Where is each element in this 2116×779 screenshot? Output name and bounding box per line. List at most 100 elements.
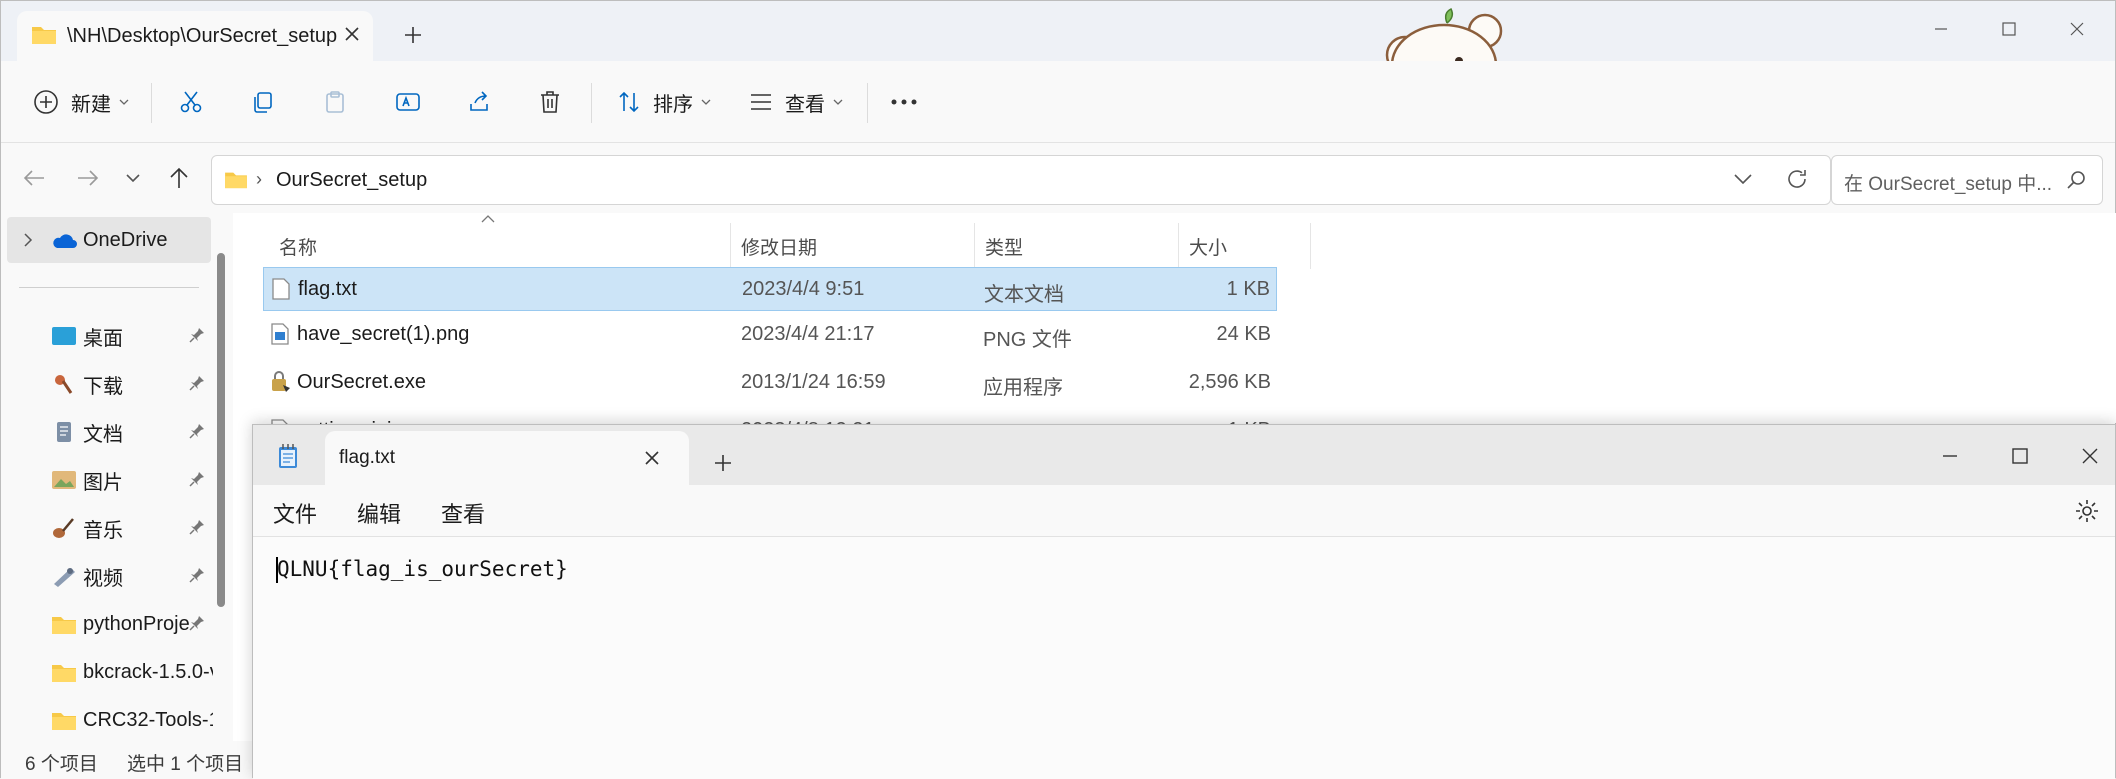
navigation-pane: OneDrive 桌面 下载 文档 图片 音乐 视频 pythonProje b… bbox=[1, 213, 233, 741]
search-input[interactable]: 在 OurSecret_setup 中... bbox=[1831, 155, 2103, 205]
search-icon[interactable] bbox=[2066, 170, 2086, 190]
status-bar: 6 个项目 选中 1 个项目 bbox=[1, 741, 261, 779]
list-view-icon bbox=[751, 94, 771, 110]
divider bbox=[867, 83, 868, 123]
file-type: 文本文档 bbox=[984, 284, 1064, 306]
rename-button[interactable] bbox=[395, 81, 421, 123]
column-header-name[interactable]: 名称 bbox=[263, 223, 731, 269]
column-header-date[interactable]: 修改日期 bbox=[731, 223, 975, 269]
sidebar-item-label: 音乐 bbox=[83, 519, 123, 542]
file-row-have-secret-png[interactable]: have_secret(1).png 2023/4/4 21:17 PNG 文件… bbox=[263, 313, 1277, 357]
copy-button[interactable] bbox=[251, 81, 275, 123]
pin-icon[interactable] bbox=[189, 423, 205, 439]
gear-icon[interactable] bbox=[2075, 499, 2099, 523]
menu-edit[interactable]: 编辑 bbox=[357, 497, 401, 529]
more-options-button[interactable] bbox=[891, 81, 917, 123]
chevron-right-icon[interactable] bbox=[23, 233, 33, 247]
file-type: 应用程序 bbox=[983, 377, 1063, 399]
new-tab-icon[interactable] bbox=[403, 25, 423, 45]
sidebar-item-onedrive[interactable]: OneDrive bbox=[7, 217, 211, 263]
folder-icon bbox=[51, 661, 77, 683]
folder-icon bbox=[51, 613, 77, 635]
address-bar[interactable]: › OurSecret_setup bbox=[211, 155, 1831, 205]
pin-icon[interactable] bbox=[189, 567, 205, 583]
minimize-button[interactable] bbox=[1941, 447, 1959, 465]
close-button[interactable] bbox=[2049, 9, 2105, 49]
rename-icon bbox=[396, 93, 420, 111]
refresh-icon[interactable] bbox=[1786, 168, 1808, 190]
sidebar-item-label: OneDrive bbox=[83, 229, 168, 251]
sidebar-item-label: 下载 bbox=[83, 375, 123, 398]
divider bbox=[591, 83, 592, 123]
close-tab-icon[interactable] bbox=[643, 449, 661, 467]
file-name: have_secret(1).png bbox=[297, 323, 470, 345]
file-date: 2023/4/4 9:51 bbox=[742, 278, 865, 300]
chevron-down-icon bbox=[119, 99, 129, 105]
file-list: 名称 修改日期 类型 大小 flag.txt 2023/4/4 9:51 文本文… bbox=[233, 213, 2116, 447]
sidebar-item-videos[interactable]: 视频 bbox=[1, 553, 216, 599]
maximize-button[interactable] bbox=[2011, 447, 2029, 465]
file-size: 2,596 KB bbox=[1188, 371, 1271, 393]
file-row-oursecret-exe[interactable]: OurSecret.exe 2013/1/24 16:59 应用程序 2,596… bbox=[263, 361, 1277, 405]
divider bbox=[151, 83, 152, 123]
back-arrow-icon[interactable] bbox=[23, 169, 45, 187]
notepad-content[interactable]: QLNU{flag_is_ourSecret} bbox=[277, 557, 568, 581]
menu-view[interactable]: 查看 bbox=[441, 497, 485, 529]
file-row-flag-txt[interactable]: flag.txt 2023/4/4 9:51 文本文档 1 KB bbox=[263, 267, 1277, 311]
sidebar-item-bkcrack[interactable]: bkcrack-1.5.0-v bbox=[1, 649, 216, 695]
sidebar-item-documents[interactable]: 文档 bbox=[1, 409, 216, 455]
view-button[interactable]: 查看 bbox=[749, 81, 843, 123]
notepad-tab[interactable]: flag.txt bbox=[325, 431, 689, 485]
paste-button[interactable] bbox=[323, 81, 347, 123]
sidebar-item-music[interactable]: 音乐 bbox=[1, 505, 216, 551]
pin-icon[interactable] bbox=[189, 471, 205, 487]
new-button-label: 新建 bbox=[71, 93, 111, 116]
delete-button[interactable] bbox=[539, 81, 561, 123]
recent-chevron-icon[interactable] bbox=[125, 173, 141, 183]
column-header-label: 修改日期 bbox=[741, 237, 818, 259]
address-dropdown-icon[interactable] bbox=[1734, 174, 1752, 184]
minimize-button[interactable] bbox=[1913, 9, 1969, 49]
sidebar-item-label: CRC32-Tools-1 bbox=[83, 708, 213, 731]
close-button[interactable] bbox=[2081, 447, 2099, 465]
maximize-button[interactable] bbox=[1981, 9, 2037, 49]
column-header-size[interactable]: 大小 bbox=[1179, 223, 1311, 269]
pin-icon[interactable] bbox=[189, 327, 205, 343]
text-file-icon bbox=[272, 278, 290, 300]
notepad-editor[interactable]: QLNU{flag_is_ourSecret} bbox=[253, 537, 2115, 779]
sidebar-item-label: 图片 bbox=[83, 471, 123, 494]
explorer-titlebar: \NH\Desktop\OurSecret_setup bbox=[1, 1, 2115, 61]
forward-arrow-icon[interactable] bbox=[77, 169, 99, 187]
column-header-label: 大小 bbox=[1189, 237, 1228, 259]
sidebar-item-crc32-tools[interactable]: CRC32-Tools-1 bbox=[1, 697, 216, 743]
cut-button[interactable] bbox=[179, 81, 203, 123]
chevron-down-icon bbox=[833, 99, 843, 105]
sidebar-item-downloads[interactable]: 下载 bbox=[1, 361, 216, 407]
sidebar-item-pictures[interactable]: 图片 bbox=[1, 457, 216, 503]
sidebar-item-desktop[interactable]: 桌面 bbox=[1, 313, 216, 359]
up-arrow-icon[interactable] bbox=[169, 167, 189, 189]
notepad-tab-title: flag.txt bbox=[339, 447, 395, 468]
column-header-type[interactable]: 类型 bbox=[975, 223, 1179, 269]
share-button[interactable] bbox=[467, 81, 491, 123]
notepad-titlebar: flag.txt bbox=[253, 425, 2115, 485]
sort-ascending-icon bbox=[481, 215, 495, 223]
close-tab-icon[interactable] bbox=[343, 25, 361, 43]
pin-icon[interactable] bbox=[189, 375, 205, 391]
explorer-tab-title: \NH\Desktop\OurSecret_setup bbox=[67, 25, 338, 47]
sidebar-scrollbar[interactable] bbox=[217, 253, 225, 607]
chevron-down-icon bbox=[701, 99, 711, 105]
new-tab-icon[interactable] bbox=[713, 453, 733, 473]
explorer-tab[interactable]: \NH\Desktop\OurSecret_setup bbox=[17, 11, 373, 61]
new-button[interactable]: 新建 bbox=[33, 81, 129, 123]
pin-icon[interactable] bbox=[189, 615, 205, 631]
menu-file[interactable]: 文件 bbox=[273, 497, 317, 529]
breadcrumb-folder[interactable]: OurSecret_setup bbox=[276, 169, 427, 192]
selected-count: 选中 1 个项目 bbox=[127, 754, 244, 775]
sidebar-item-pythonproje[interactable]: pythonProje bbox=[1, 601, 216, 647]
command-bar: 新建 排序 查看 bbox=[1, 61, 2115, 143]
pin-icon[interactable] bbox=[189, 519, 205, 535]
sort-button[interactable]: 排序 bbox=[617, 81, 711, 123]
plus-circle-icon bbox=[34, 90, 58, 114]
divider bbox=[19, 287, 199, 288]
